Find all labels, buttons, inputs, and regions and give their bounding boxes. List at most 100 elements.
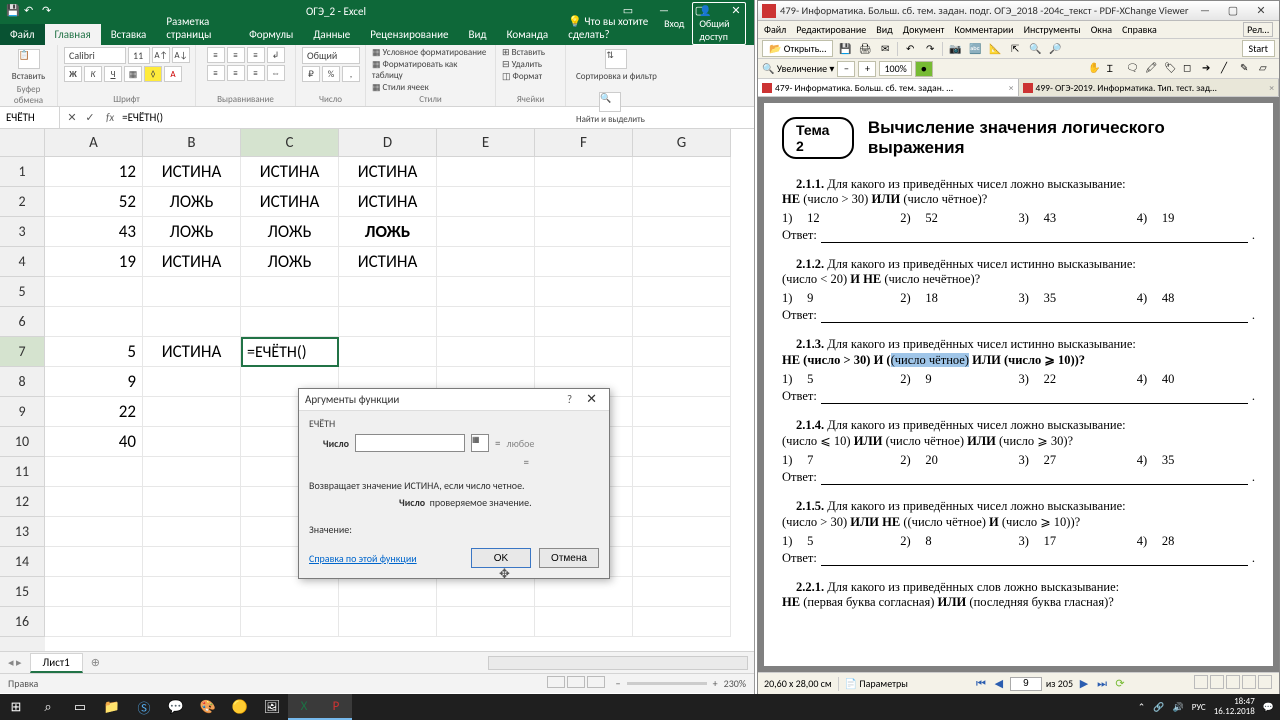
row-header-2[interactable]: 2 (0, 187, 45, 217)
params-button[interactable]: 📄 Параметры (845, 677, 908, 690)
cell-D6[interactable] (339, 307, 437, 337)
cell-F3[interactable] (535, 217, 633, 247)
redo-icon[interactable]: ↷ (922, 41, 938, 57)
cell-C4[interactable]: ЛОЖЬ (241, 247, 339, 277)
border-button[interactable]: ▦ (124, 66, 142, 82)
formula-input[interactable]: =ЕЧЁТН() (118, 111, 754, 124)
cell-C2[interactable]: ИСТИНА (241, 187, 339, 217)
tab-review[interactable]: Рецензирование (360, 24, 458, 45)
menu-edit[interactable]: Редактирование (796, 23, 866, 36)
cell-D5[interactable] (339, 277, 437, 307)
font-size[interactable]: 11 (128, 47, 150, 64)
pdf-rightpane[interactable]: Рел… (1243, 22, 1273, 37)
undo-icon[interactable]: ↶ (24, 4, 38, 18)
paint-icon[interactable]: 🎨 (192, 694, 224, 720)
cell-B3[interactable]: ЛОЖЬ (143, 217, 241, 247)
cell-D2[interactable]: ИСТИНА (339, 187, 437, 217)
email-icon[interactable]: ✉ (877, 41, 893, 57)
row-header-3[interactable]: 3 (0, 217, 45, 247)
number-format[interactable]: Общий (302, 47, 360, 64)
chrome-icon[interactable]: 🟡 (224, 694, 256, 720)
row-header-9[interactable]: 9 (0, 397, 45, 427)
excel-taskbar-icon[interactable]: X (288, 694, 320, 720)
cell-G8[interactable] (633, 367, 731, 397)
align-mid-icon[interactable]: ≡ (227, 47, 245, 63)
print-icon[interactable]: 🖨 (857, 41, 873, 57)
row-header-11[interactable]: 11 (0, 457, 45, 487)
eraser-tool-icon[interactable]: ▱ (1259, 61, 1275, 77)
start-button[interactable]: Start (1242, 40, 1275, 57)
refresh-icon[interactable]: ⟳ (1113, 677, 1127, 691)
cell-D1[interactable]: ИСТИНА (339, 157, 437, 187)
next-page-icon[interactable]: ▶ (1077, 677, 1091, 691)
cell-C5[interactable] (241, 277, 339, 307)
highlight-tool-icon[interactable]: 🖍 (1145, 61, 1161, 77)
row-header-15[interactable]: 15 (0, 577, 45, 607)
col-header-G[interactable]: G (633, 129, 731, 157)
hand-tool-icon[interactable]: ✋ (1088, 61, 1104, 77)
range-select-icon[interactable]: ▦ (471, 434, 489, 452)
zoom-fit-icon[interactable]: ● (915, 61, 933, 77)
tell-me[interactable]: 💡 Что вы хотите сделать? (558, 11, 664, 45)
insert-cells-button[interactable]: ⊞ Вставить (502, 47, 545, 58)
cell-G14[interactable] (633, 547, 731, 577)
cell-B7[interactable]: ИСТИНА (143, 337, 241, 367)
tab-team[interactable]: Команда (497, 24, 559, 45)
pencil-tool-icon[interactable]: ✎ (1240, 61, 1256, 77)
cell-B2[interactable]: ЛОЖЬ (143, 187, 241, 217)
volume-icon[interactable]: 🔊 (1173, 702, 1184, 713)
cell-A10[interactable]: 40 (45, 427, 143, 457)
cell-F1[interactable] (535, 157, 633, 187)
cell-E16[interactable] (437, 607, 535, 637)
cell-D4[interactable]: ИСТИНА (339, 247, 437, 277)
tab-file[interactable]: Файл (0, 24, 45, 45)
cell-A16[interactable] (45, 607, 143, 637)
ok-button[interactable]: OK (471, 548, 531, 568)
zoom-in-button[interactable]: + (858, 61, 876, 77)
wrap-text-icon[interactable]: ↲ (267, 47, 285, 63)
cell-F6[interactable] (535, 307, 633, 337)
sheet-tab-1[interactable]: Лист1 (30, 653, 83, 673)
cell-F5[interactable] (535, 277, 633, 307)
start-button[interactable]: ⊞ (0, 694, 32, 720)
pdf-minimize-button[interactable]: — (1191, 4, 1219, 17)
cell-F4[interactable] (535, 247, 633, 277)
grow-font-icon[interactable]: A↑ (152, 47, 170, 63)
currency-icon[interactable]: ₽ (302, 66, 320, 82)
zoom-in-icon[interactable]: + (713, 677, 718, 690)
tab-data[interactable]: Данные (303, 24, 360, 45)
menu-document[interactable]: Документ (903, 23, 945, 36)
cell-A1[interactable]: 12 (45, 157, 143, 187)
cell-B4[interactable]: ИСТИНА (143, 247, 241, 277)
cell-G2[interactable] (633, 187, 731, 217)
cell-B8[interactable] (143, 367, 241, 397)
search-button[interactable]: ⌕ (32, 694, 64, 720)
menu-view[interactable]: Вид (876, 23, 892, 36)
cancel-button[interactable]: Отмена (539, 548, 599, 568)
cell-G1[interactable] (633, 157, 731, 187)
arg-input[interactable] (355, 434, 465, 452)
ocr-icon[interactable]: 🔤 (967, 41, 983, 57)
cell-G7[interactable] (633, 337, 731, 367)
save-icon[interactable]: 💾 (6, 4, 20, 18)
row-header-14[interactable]: 14 (0, 547, 45, 577)
cell-B13[interactable] (143, 517, 241, 547)
font-color-button[interactable]: A (164, 66, 182, 82)
cond-format-button[interactable]: ▦ Условное форматирование (372, 47, 486, 58)
tab-formulas[interactable]: Формулы (239, 24, 303, 45)
cell-E4[interactable] (437, 247, 535, 277)
cell-F7[interactable] (535, 337, 633, 367)
cell-F16[interactable] (535, 607, 633, 637)
cell-A13[interactable] (45, 517, 143, 547)
line-tool-icon[interactable]: ╱ (1221, 61, 1237, 77)
cell-B1[interactable]: ИСТИНА (143, 157, 241, 187)
cell-B15[interactable] (143, 577, 241, 607)
undo-icon[interactable]: ↶ (902, 41, 918, 57)
cell-B9[interactable] (143, 397, 241, 427)
col-header-D[interactable]: D (339, 129, 437, 157)
find-icon[interactable]: 🔍 (1027, 41, 1043, 57)
snapshot-icon[interactable]: 📷 (947, 41, 963, 57)
cell-F2[interactable] (535, 187, 633, 217)
sheet-nav[interactable]: ◂ ▸ (0, 656, 30, 669)
cell-G11[interactable] (633, 457, 731, 487)
